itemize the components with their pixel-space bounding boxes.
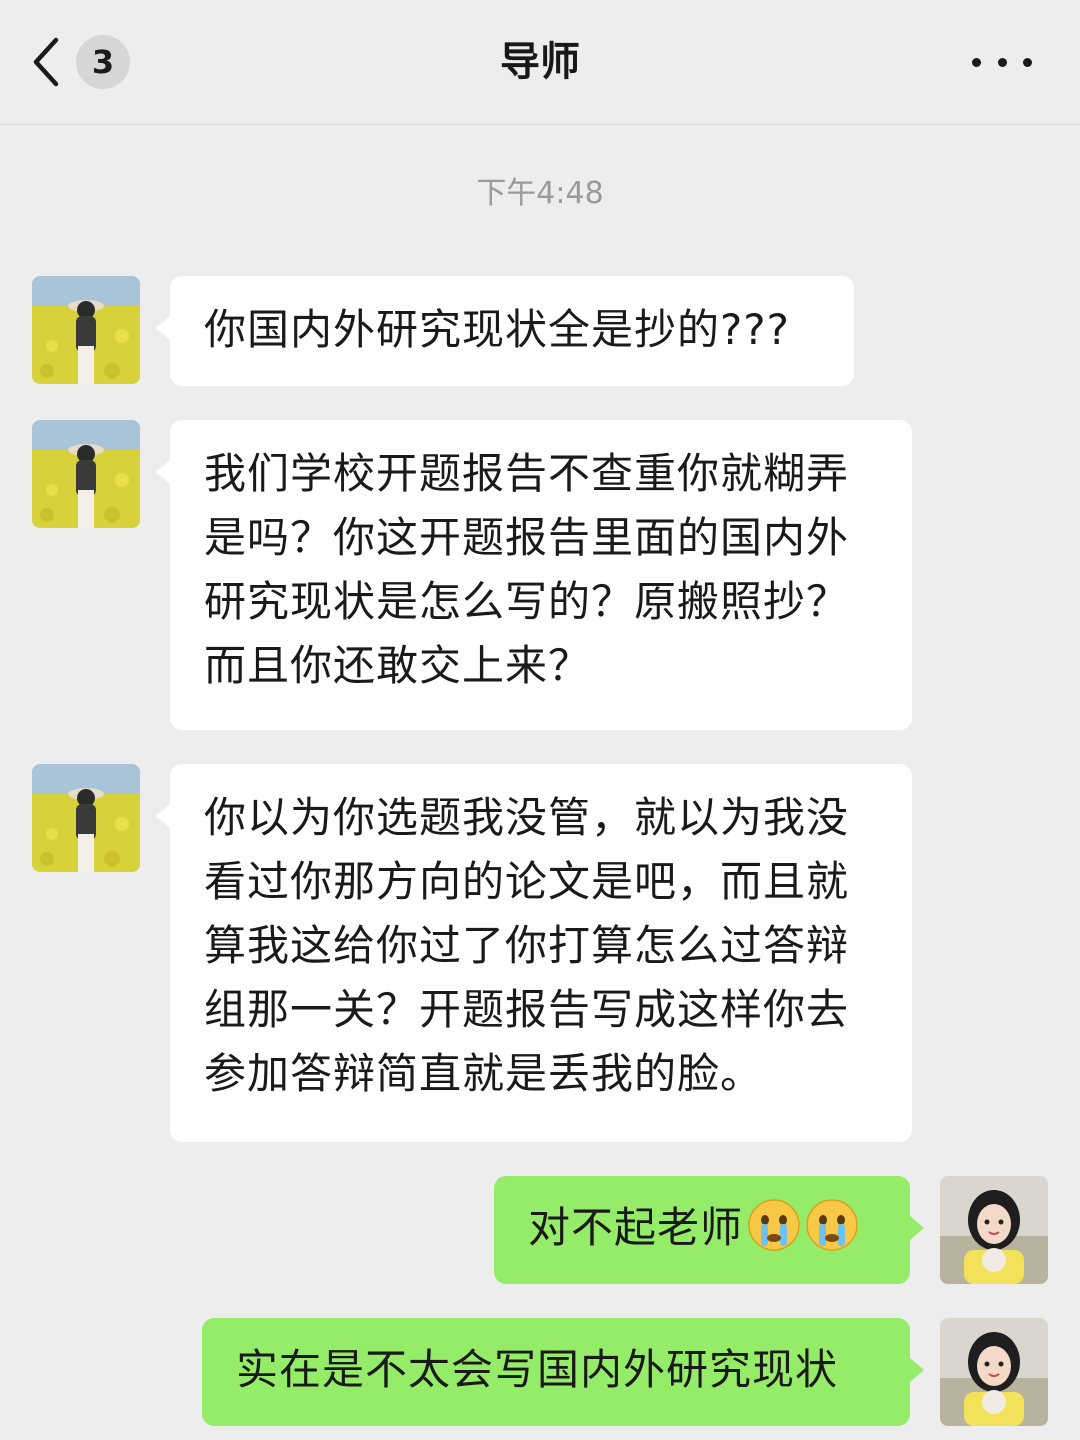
message-text: 对不起老师: [528, 1203, 744, 1252]
message-bubble-outgoing[interactable]: 对不起老师: [494, 1176, 924, 1284]
message-timestamp: 下午4:48: [476, 176, 604, 211]
crying-face-emoji: [748, 1199, 800, 1251]
contact-avatar-image: [32, 764, 140, 872]
my-avatar[interactable]: [940, 1318, 1048, 1426]
message-bubble-outgoing[interactable]: 实在是不太会写国内外研究现状: [202, 1318, 924, 1426]
contact-avatar-image: [32, 420, 140, 528]
message-text: 我们学校开题报告不查重你就糊弄是吗？你这开题报告里面的国内外研究现状是怎么写的？…: [204, 449, 850, 690]
more-dots-icon: [972, 57, 981, 67]
message-text: 实在是不太会写国内外研究现状: [236, 1345, 839, 1394]
message-bubble-incoming[interactable]: 我们学校开题报告不查重你就糊弄是吗？你这开题报告里面的国内外研究现状是怎么写的？…: [156, 420, 912, 730]
contact-avatar-image: [32, 276, 140, 384]
more-options-button[interactable]: [972, 40, 1032, 84]
contact-avatar[interactable]: [32, 420, 140, 528]
my-avatar-image: [940, 1176, 1048, 1284]
contact-avatar[interactable]: [32, 276, 140, 384]
message-bubble-incoming[interactable]: 你国内外研究现状全是抄的???: [156, 276, 854, 386]
chat-title: 导师: [500, 39, 580, 85]
message-text: 你以为你选题我没管，就以为我没看过你那方向的论文是吧，而且就算我这给你过了你打算…: [204, 793, 850, 1098]
crying-face-emoji: [806, 1199, 858, 1251]
message-text: 你国内外研究现状全是抄的???: [204, 305, 790, 354]
my-avatar-image: [940, 1318, 1048, 1426]
message-bubble-incoming[interactable]: 你以为你选题我没管，就以为我没看过你那方向的论文是吧，而且就算我这给你过了你打算…: [156, 764, 912, 1142]
contact-avatar[interactable]: [32, 764, 140, 872]
chat-header: 3 导师: [0, 0, 1080, 125]
my-avatar[interactable]: [940, 1176, 1048, 1284]
